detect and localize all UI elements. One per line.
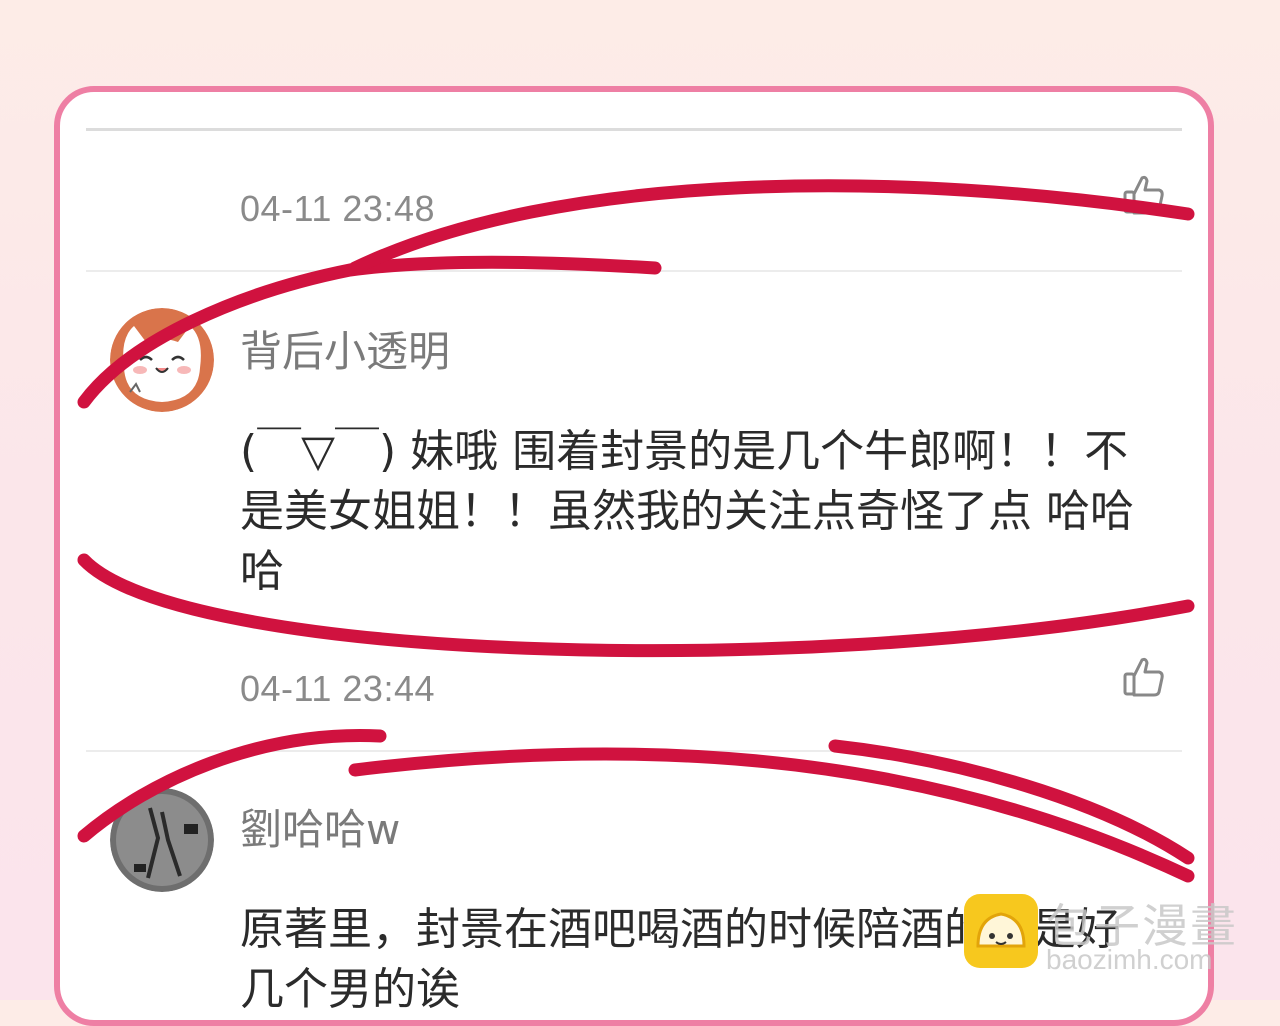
divider — [86, 128, 1182, 131]
user-avatar[interactable] — [110, 788, 214, 892]
thumbs-up-icon[interactable] — [1122, 654, 1166, 698]
watermark-logo — [964, 894, 1038, 968]
comment-timestamp: 04-11 23:44 — [240, 668, 435, 709]
divider — [86, 750, 1182, 752]
username[interactable]: 背后小透明 — [240, 318, 450, 379]
user-avatar[interactable] — [110, 308, 214, 412]
comment-card: 04-11 23:48 背后小透明 (￣▽￣) 妹哦 围着封景的是几个牛郎啊！！… — [54, 86, 1214, 1026]
username[interactable]: 劉哈哈w — [240, 796, 400, 857]
watermark-url: baozimh.com — [1046, 944, 1213, 975]
thumbs-up-icon[interactable] — [1122, 172, 1166, 216]
comment-text: (￣▽￣) 妹哦 围着封景的是几个牛郎啊！！不是美女姐姐！！虽然我的关注点奇怪了… — [240, 426, 1134, 597]
comment-timestamp: 04-11 23:48 — [240, 188, 435, 229]
divider — [86, 270, 1182, 272]
